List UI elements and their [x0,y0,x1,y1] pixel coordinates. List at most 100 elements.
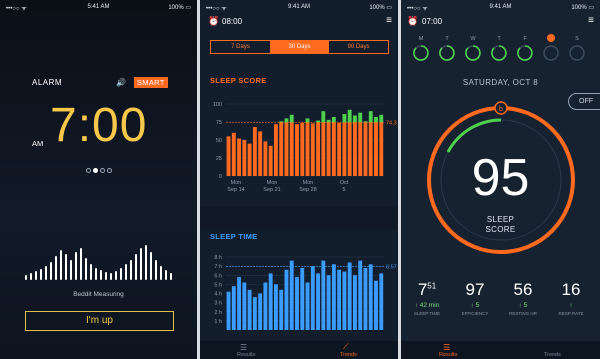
smart-alarm-button[interactable]: SMART [134,77,168,88]
bar [326,275,331,330]
stat-sleep-time[interactable]: 751 ↑ 42 min SLEEP TIME [405,280,449,316]
speaker-icon[interactable]: 🔊 [116,78,126,87]
bar-above-average [342,114,347,123]
trends-screen: •••○○ ᯤ 9:41 AM 100% ▭ ⏰ 08:00 ≡ 7 Days … [200,0,398,359]
stat-value-sup: 51 [427,281,437,291]
sleep-score-chart[interactable]: 100755025074.3MonSep 14MonSep 21MonSep 2… [200,96,398,206]
bar [279,122,284,176]
week-day-label: W [470,36,476,42]
menu-icon[interactable]: ≡ [386,15,392,26]
week-day-label: F [523,36,527,42]
bar [305,122,310,176]
bar-above-average [374,116,378,123]
bar [368,264,373,330]
menu-icon[interactable]: ≡ [588,15,594,26]
bar [358,260,363,330]
bar [242,282,247,330]
bar [353,275,357,330]
bar [268,273,273,330]
week-day-label: S [575,36,579,42]
stat-resp-rate[interactable]: 16 ↑ RESP RATE [549,280,593,316]
page-dot[interactable] [107,168,112,173]
stat-label: RESP RATE [558,311,584,316]
average-label: 6:57 [386,265,397,271]
bar [310,266,315,330]
y-tick-label: 7 h [214,264,222,270]
stat-label: RESTING HR [509,311,537,316]
bar [300,122,305,176]
bar [316,273,320,330]
bar [326,122,331,176]
stat-resting-hr[interactable]: 56 ↑ 5 RESTING HR [501,280,545,316]
active-day-marker [547,34,555,42]
sleep-score-value: 95 [471,149,530,207]
stat-value: 7 [417,280,428,299]
results-tab-icon[interactable]: ☰ [443,343,450,352]
alarm-time-header[interactable]: 08:00 [222,17,242,26]
alarm-clock-icon[interactable]: ⏰ [208,16,219,27]
status-time: 9:41 AM [489,4,512,10]
y-tick-label: 5 h [214,282,222,288]
bar [247,143,252,176]
alarm-row: ALARM 🔊 SMART [32,77,172,88]
bar [247,289,252,330]
bar [252,297,257,330]
bar [321,122,326,176]
bar [237,277,241,330]
bar [368,122,373,176]
x-tick-label: Mon [231,180,242,186]
status-bar: •••○○ ᯤ 9:41 AM 100% ▭ [200,0,398,13]
week-day-label: T [497,36,501,42]
segment-30-days[interactable]: 30 Days [270,41,329,53]
page-dot[interactable] [100,168,105,173]
tab-trends[interactable]: Trends [340,352,357,358]
range-segmented-control[interactable]: 7 Days 30 Days 90 Days [210,40,389,54]
alarm-clock-icon[interactable]: ⏰ [407,16,418,27]
y-tick-label: 50 [216,138,222,144]
bar-above-average [289,114,294,123]
bar-above-average [326,119,331,123]
bar [289,260,294,330]
bar [252,127,257,176]
day-score-ring [543,45,559,61]
y-tick-label: 6 h [214,273,222,279]
sleep-time-title: SLEEP TIME [210,232,258,241]
trends-header: ⏰ 08:00 ≡ [200,15,398,29]
tab-trends[interactable]: Trends [544,352,561,358]
sleep-time-chart[interactable]: 8 h 7 h 6 h 5 h 4 h 3 h 2 h 1 h 6:57 [200,252,398,342]
bar [284,122,289,176]
page-dot[interactable] [86,168,91,173]
page-indicator[interactable] [86,160,114,178]
tab-results[interactable]: Results [439,352,457,358]
battery-indicator: 100% ▭ [571,5,594,11]
bar [295,277,299,330]
alarm-time[interactable]: 7:00 [50,98,147,153]
alarm-label: ALARM [32,78,63,87]
stat-efficiency[interactable]: 97 ↑ 5 EFFICIENCY [453,280,497,316]
week-day-selector[interactable]: MTWTFSS [401,34,600,64]
alarm-screen: •••○○ ᯤ 5:41 AM 100% ▭ ALARM 🔊 SMART 7:0… [0,0,197,359]
day-score-arc [465,45,481,61]
results-tab-icon[interactable]: ☰ [240,343,247,352]
week-day-label: T [445,36,449,42]
bar [295,124,299,176]
segment-90-days[interactable]: 90 Days [329,41,388,53]
results-header: ⏰ 07:00 ≡ [401,15,600,29]
segment-7-days[interactable]: 7 Days [211,41,270,53]
tab-results[interactable]: Results [237,352,255,358]
sleep-score-label: SLEEP SCORE [401,215,600,235]
alarm-time-header[interactable]: 07:00 [422,17,442,26]
bar [274,284,278,330]
page-dot-active[interactable] [93,168,98,173]
trends-tab-icon[interactable]: ⟋ [343,342,349,352]
day-score-arc [517,45,533,61]
bar [374,122,378,176]
stat-label: EFFICIENCY [461,311,489,316]
im-up-button[interactable]: I'm up [25,311,174,331]
bar [331,264,336,330]
bar-above-average [321,111,326,123]
measuring-waveform [25,245,172,280]
bar-above-average [347,109,352,123]
bar [358,122,363,176]
results-screen: •••○○ ᯤ 9:41 AM 100% ▭ ⏰ 07:00 ≡ M T W T F S S… [401,0,600,359]
